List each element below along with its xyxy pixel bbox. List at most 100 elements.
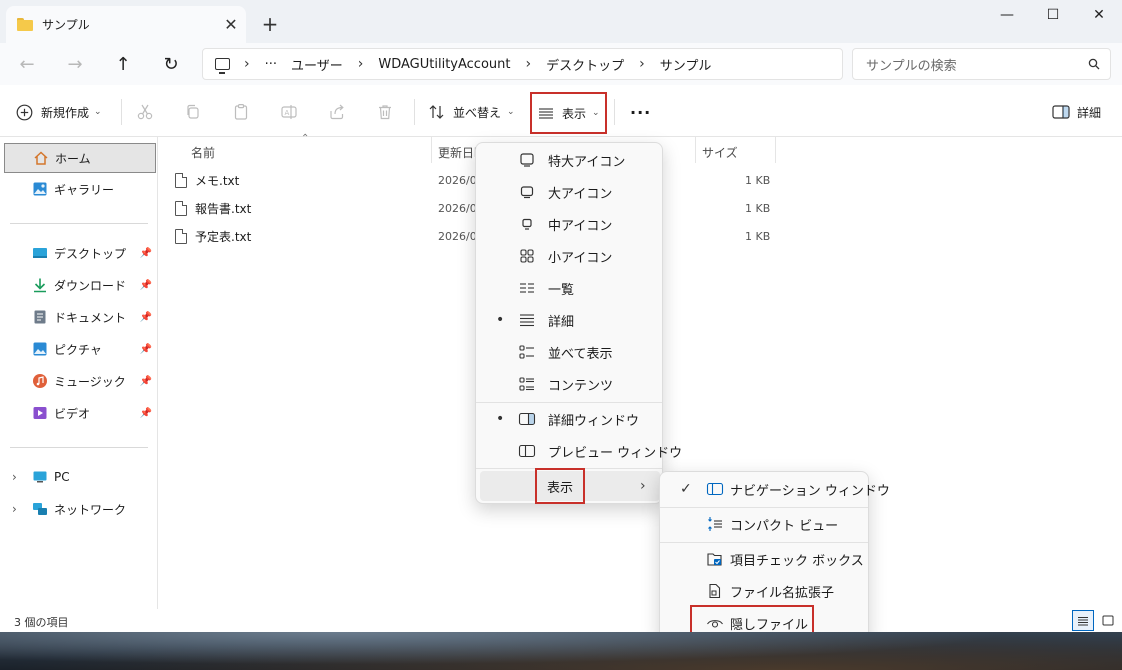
menu-item-details[interactable]: • 詳細 — [480, 305, 660, 335]
document-icon — [34, 310, 46, 324]
delete-button[interactable] — [376, 96, 394, 128]
close-button[interactable]: ✕ — [1076, 0, 1122, 30]
menu-item-navigation-pane[interactable]: ✓ ナビゲーション ウィンドウ — [664, 474, 890, 504]
navigation-pane-icon — [706, 482, 724, 496]
search-placeholder: サンプルの検索 — [866, 58, 957, 74]
home-icon — [34, 151, 48, 165]
sidebar-item-documents[interactable]: ドキュメント 📌 — [4, 302, 156, 332]
lines-icon — [539, 108, 553, 119]
menu-item-hidden-files[interactable]: 隠しファイル — [664, 605, 866, 632]
menu-item-list[interactable]: 一覧 — [480, 273, 660, 303]
breadcrumb-sep: › — [244, 56, 250, 72]
list-view-icon — [1078, 616, 1088, 625]
details-view-toggle[interactable] — [1072, 610, 1094, 631]
column-separator[interactable] — [695, 137, 696, 163]
forward-button[interactable]: → — [59, 49, 91, 79]
new-button[interactable]: 新規作成 ⌄ — [16, 96, 102, 128]
breadcrumb-sep: › — [357, 56, 364, 72]
sidebar-item-gallery[interactable]: ギャラリー — [4, 174, 156, 204]
menu-item-small-icons[interactable]: 小アイコン — [480, 241, 660, 271]
sidebar-item-pc[interactable]: › PC — [4, 462, 156, 492]
column-header-size[interactable]: サイズ — [702, 141, 738, 163]
menu-item-label: 中アイコン — [548, 218, 613, 234]
menu-item-file-extensions[interactable]: ファイル名拡張子 — [664, 576, 866, 606]
search-input[interactable]: サンプルの検索 — [852, 48, 1111, 80]
sidebar-item-downloads[interactable]: ダウンロード 📌 — [4, 270, 156, 300]
menu-item-medium-icons[interactable]: 中アイコン — [480, 209, 660, 239]
address-bar[interactable]: › ··· › ユーザー › WDAGUtilityAccount › デスクト… — [202, 48, 843, 80]
sidebar-item-desktop[interactable]: デスクトップ 📌 — [4, 238, 156, 268]
menu-divider — [660, 507, 868, 508]
menu-item-compact-view[interactable]: コンパクト ビュー — [664, 509, 866, 539]
sidebar-item-home[interactable]: ホーム — [4, 143, 156, 173]
details-pane-icon — [518, 412, 536, 426]
chevron-right-icon[interactable]: › — [12, 470, 17, 484]
toolbar-divider — [121, 99, 122, 125]
tab-sample[interactable]: サンプル ✕ — [6, 6, 246, 43]
breadcrumb-users[interactable]: ユーザー — [291, 55, 343, 74]
minimize-button[interactable]: — — [984, 0, 1030, 30]
tab-close-icon[interactable]: ✕ — [216, 10, 246, 40]
sidebar-item-label: PC — [54, 470, 70, 484]
menu-item-show[interactable]: 表示 › — [480, 468, 660, 504]
view-button[interactable]: 表示 ⌄ — [530, 92, 607, 134]
sidebar-item-label: ホーム — [55, 151, 91, 166]
sidebar-item-label: ダウンロード — [54, 278, 127, 293]
breadcrumb-desktop[interactable]: デスクトップ — [546, 55, 624, 74]
file-size: 1 KB — [745, 229, 771, 243]
menu-item-details-pane[interactable]: • 詳細ウィンドウ — [480, 404, 660, 434]
menu-item-tiles[interactable]: 並べて表示 — [480, 337, 660, 367]
details-pane-icon — [1052, 105, 1070, 119]
menu-item-preview-pane[interactable]: プレビュー ウィンドウ — [480, 436, 682, 466]
details-pane-button[interactable]: 詳細 — [1052, 96, 1101, 128]
sidebar-item-network[interactable]: › ネットワーク — [4, 494, 156, 524]
tiles-view-toggle[interactable] — [1098, 610, 1118, 631]
menu-item-label: 特大アイコン — [548, 154, 626, 170]
up-button[interactable]: ↑ — [107, 49, 139, 79]
pin-icon: 📌 — [139, 279, 152, 291]
new-tab-button[interactable]: + — [256, 10, 284, 38]
text-file-icon — [175, 200, 187, 216]
breadcrumb-account[interactable]: WDAGUtilityAccount — [378, 57, 510, 72]
column-separator[interactable] — [775, 137, 776, 163]
more-options-button[interactable]: ··· — [630, 96, 651, 128]
video-icon — [33, 407, 47, 419]
sort-button[interactable]: 並べ替え ⌄ — [428, 96, 515, 128]
breadcrumb-ellipsis[interactable]: ··· — [265, 57, 277, 72]
file-name: 報告書.txt — [195, 201, 252, 216]
paste-button[interactable] — [232, 96, 250, 128]
menu-item-extra-large-icons[interactable]: 特大アイコン — [480, 145, 660, 175]
breadcrumb-sep: › — [525, 56, 532, 72]
back-button[interactable]: ← — [11, 49, 43, 79]
cut-button[interactable] — [136, 96, 154, 128]
refresh-button[interactable]: ↻ — [155, 49, 187, 79]
desktop-wallpaper — [0, 632, 1122, 670]
menu-item-label: 大アイコン — [548, 186, 613, 202]
menu-item-item-checkboxes[interactable]: 項目チェック ボックス — [664, 544, 866, 574]
show-submenu: ✓ ナビゲーション ウィンドウ コンパクト ビュー 項目チェック ボックス ファ… — [659, 471, 890, 632]
share-button[interactable] — [328, 96, 346, 128]
music-icon — [33, 374, 47, 388]
menu-item-content[interactable]: コンテンツ — [480, 369, 660, 399]
breadcrumb-sep: › — [639, 56, 645, 72]
sidebar-item-label: ドキュメント — [54, 310, 127, 325]
menu-item-label: 並べて表示 — [548, 346, 613, 362]
copy-button[interactable] — [184, 96, 202, 128]
sidebar-item-videos[interactable]: ビデオ 📌 — [4, 398, 156, 428]
sidebar-item-pictures[interactable]: ピクチャ 📌 — [4, 334, 156, 364]
command-bar: 新規作成 ⌄ A 並べ替え ⌄ 表示 ⌄ ··· 詳細 — [0, 85, 1122, 137]
column-separator[interactable] — [431, 137, 432, 163]
selected-bullet-icon: • — [496, 411, 505, 427]
breadcrumb-sample[interactable]: サンプル — [660, 55, 712, 74]
tab-title: サンプル — [42, 18, 90, 32]
checkbox-folder-icon — [707, 553, 722, 566]
sidebar-item-label: デスクトップ — [54, 246, 127, 261]
chevron-right-icon[interactable]: › — [12, 502, 17, 516]
rename-button[interactable]: A — [280, 96, 298, 128]
menu-item-large-icons[interactable]: 大アイコン — [480, 177, 660, 207]
text-file-icon — [175, 172, 187, 188]
view-label: 表示 — [562, 106, 587, 121]
maximize-button[interactable]: ☐ — [1030, 0, 1076, 30]
sidebar-item-music[interactable]: ミュージック 📌 — [4, 366, 156, 396]
column-header-name[interactable]: 名前 — [191, 141, 215, 163]
